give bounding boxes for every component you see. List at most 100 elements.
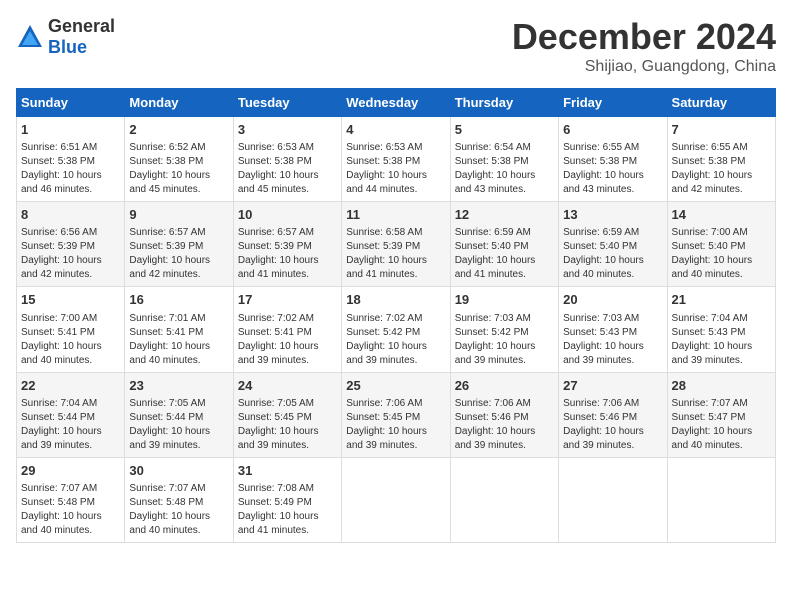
col-friday: Friday <box>559 89 667 117</box>
logo: General Blue <box>16 16 115 58</box>
header-row: Sunday Monday Tuesday Wednesday Thursday… <box>17 89 776 117</box>
day-info: Sunrise: 7:03 AMSunset: 5:42 PMDaylight:… <box>455 312 554 368</box>
day-number: 11 <box>346 206 445 224</box>
logo-general-text: General <box>48 16 115 36</box>
day-info: Sunrise: 7:07 AMSunset: 5:47 PMDaylight:… <box>672 397 771 453</box>
day-number: 8 <box>21 206 120 224</box>
day-info: Sunrise: 6:52 AMSunset: 5:38 PMDaylight:… <box>129 141 228 197</box>
day-info: Sunrise: 7:06 AMSunset: 5:45 PMDaylight:… <box>346 397 445 453</box>
calendar-row: 1 Sunrise: 6:51 AMSunset: 5:38 PMDaylight… <box>17 117 776 202</box>
title-block: December 2024 Shijiao, Guangdong, China <box>512 16 776 76</box>
day-number: 20 <box>563 291 662 309</box>
day-info: Sunrise: 7:00 AMSunset: 5:41 PMDaylight:… <box>21 312 120 368</box>
day-number: 25 <box>346 377 445 395</box>
day-number: 3 <box>238 121 337 139</box>
calendar-cell: 25 Sunrise: 7:06 AMSunset: 5:45 PMDayligh… <box>342 372 450 457</box>
calendar-cell: 5 Sunrise: 6:54 AMSunset: 5:38 PMDaylight… <box>450 117 558 202</box>
day-info: Sunrise: 7:03 AMSunset: 5:43 PMDaylight:… <box>563 312 662 368</box>
day-number: 4 <box>346 121 445 139</box>
day-number: 7 <box>672 121 771 139</box>
calendar-cell: 15 Sunrise: 7:00 AMSunset: 5:41 PMDayligh… <box>17 287 125 372</box>
day-info: Sunrise: 6:55 AMSunset: 5:38 PMDaylight:… <box>672 141 771 197</box>
day-number: 19 <box>455 291 554 309</box>
calendar-cell: 6 Sunrise: 6:55 AMSunset: 5:38 PMDaylight… <box>559 117 667 202</box>
day-number: 29 <box>21 462 120 480</box>
calendar-cell <box>450 457 558 542</box>
day-info: Sunrise: 7:07 AMSunset: 5:48 PMDaylight:… <box>21 482 120 538</box>
calendar-cell: 14Sunrise: 7:00 AMSunset: 5:40 PMDayligh… <box>667 202 775 287</box>
logo-icon <box>16 23 44 51</box>
calendar-cell: 11 Sunrise: 6:58 AMSunset: 5:39 PMDayligh… <box>342 202 450 287</box>
calendar-cell: 22Sunrise: 7:04 AMSunset: 5:44 PMDayligh… <box>17 372 125 457</box>
day-number: 2 <box>129 121 228 139</box>
col-thursday: Thursday <box>450 89 558 117</box>
calendar-cell: 26Sunrise: 7:06 AMSunset: 5:46 PMDayligh… <box>450 372 558 457</box>
day-number: 21 <box>672 291 771 309</box>
day-info: Sunrise: 6:51 AMSunset: 5:38 PMDaylight:… <box>21 141 120 197</box>
day-number: 18 <box>346 291 445 309</box>
day-info: Sunrise: 6:55 AMSunset: 5:38 PMDaylight:… <box>563 141 662 197</box>
calendar-row: 15 Sunrise: 7:00 AMSunset: 5:41 PMDayligh… <box>17 287 776 372</box>
calendar-body: 1 Sunrise: 6:51 AMSunset: 5:38 PMDaylight… <box>17 117 776 543</box>
day-number: 26 <box>455 377 554 395</box>
day-number: 15 <box>21 291 120 309</box>
day-number: 30 <box>129 462 228 480</box>
logo-blue-text: Blue <box>48 37 87 57</box>
day-number: 9 <box>129 206 228 224</box>
day-number: 13 <box>563 206 662 224</box>
calendar-row: 8Sunrise: 6:56 AMSunset: 5:39 PMDaylight… <box>17 202 776 287</box>
calendar-cell: 17 Sunrise: 7:02 AMSunset: 5:41 PMDayligh… <box>233 287 341 372</box>
day-number: 10 <box>238 206 337 224</box>
calendar-cell: 2 Sunrise: 6:52 AMSunset: 5:38 PMDaylight… <box>125 117 233 202</box>
calendar-cell <box>342 457 450 542</box>
day-number: 12 <box>455 206 554 224</box>
calendar-table: Sunday Monday Tuesday Wednesday Thursday… <box>16 88 776 543</box>
calendar-header: Sunday Monday Tuesday Wednesday Thursday… <box>17 89 776 117</box>
day-info: Sunrise: 6:59 AMSunset: 5:40 PMDaylight:… <box>563 226 662 282</box>
day-info: Sunrise: 7:02 AMSunset: 5:41 PMDaylight:… <box>238 312 337 368</box>
day-info: Sunrise: 7:08 AMSunset: 5:49 PMDaylight:… <box>238 482 337 538</box>
calendar-row: 29 Sunrise: 7:07 AMSunset: 5:48 PMDayligh… <box>17 457 776 542</box>
col-monday: Monday <box>125 89 233 117</box>
page-header: General Blue December 2024 Shijiao, Guan… <box>16 16 776 76</box>
calendar-cell: 21Sunrise: 7:04 AMSunset: 5:43 PMDayligh… <box>667 287 775 372</box>
day-info: Sunrise: 7:06 AMSunset: 5:46 PMDaylight:… <box>563 397 662 453</box>
col-tuesday: Tuesday <box>233 89 341 117</box>
calendar-cell <box>667 457 775 542</box>
day-info: Sunrise: 6:58 AMSunset: 5:39 PMDaylight:… <box>346 226 445 282</box>
calendar-cell: 16Sunrise: 7:01 AMSunset: 5:41 PMDayligh… <box>125 287 233 372</box>
day-number: 31 <box>238 462 337 480</box>
calendar-cell: 20 Sunrise: 7:03 AMSunset: 5:43 PMDayligh… <box>559 287 667 372</box>
day-number: 6 <box>563 121 662 139</box>
calendar-cell: 29 Sunrise: 7:07 AMSunset: 5:48 PMDayligh… <box>17 457 125 542</box>
calendar-cell: 3 Sunrise: 6:53 AMSunset: 5:38 PMDaylight… <box>233 117 341 202</box>
calendar-cell: 13 Sunrise: 6:59 AMSunset: 5:40 PMDayligh… <box>559 202 667 287</box>
day-info: Sunrise: 7:05 AMSunset: 5:45 PMDaylight:… <box>238 397 337 453</box>
location: Shijiao, Guangdong, China <box>512 58 776 76</box>
day-number: 24 <box>238 377 337 395</box>
calendar-cell: 27 Sunrise: 7:06 AMSunset: 5:46 PMDayligh… <box>559 372 667 457</box>
day-number: 17 <box>238 291 337 309</box>
month-title: December 2024 <box>512 16 776 58</box>
col-wednesday: Wednesday <box>342 89 450 117</box>
day-info: Sunrise: 6:53 AMSunset: 5:38 PMDaylight:… <box>238 141 337 197</box>
calendar-cell: 28Sunrise: 7:07 AMSunset: 5:47 PMDayligh… <box>667 372 775 457</box>
day-number: 5 <box>455 121 554 139</box>
calendar-cell: 7 Sunrise: 6:55 AMSunset: 5:38 PMDaylight… <box>667 117 775 202</box>
day-info: Sunrise: 6:53 AMSunset: 5:38 PMDaylight:… <box>346 141 445 197</box>
calendar-cell <box>559 457 667 542</box>
calendar-cell: 23Sunrise: 7:05 AMSunset: 5:44 PMDayligh… <box>125 372 233 457</box>
day-info: Sunrise: 7:02 AMSunset: 5:42 PMDaylight:… <box>346 312 445 368</box>
day-number: 16 <box>129 291 228 309</box>
calendar-cell: 31 Sunrise: 7:08 AMSunset: 5:49 PMDayligh… <box>233 457 341 542</box>
col-saturday: Saturday <box>667 89 775 117</box>
day-info: Sunrise: 6:57 AMSunset: 5:39 PMDaylight:… <box>129 226 228 282</box>
calendar-cell: 24 Sunrise: 7:05 AMSunset: 5:45 PMDayligh… <box>233 372 341 457</box>
day-info: Sunrise: 6:54 AMSunset: 5:38 PMDaylight:… <box>455 141 554 197</box>
calendar-cell: 12Sunrise: 6:59 AMSunset: 5:40 PMDayligh… <box>450 202 558 287</box>
calendar-cell: 8Sunrise: 6:56 AMSunset: 5:39 PMDaylight… <box>17 202 125 287</box>
day-number: 1 <box>21 121 120 139</box>
col-sunday: Sunday <box>17 89 125 117</box>
day-info: Sunrise: 7:04 AMSunset: 5:44 PMDaylight:… <box>21 397 120 453</box>
day-number: 27 <box>563 377 662 395</box>
